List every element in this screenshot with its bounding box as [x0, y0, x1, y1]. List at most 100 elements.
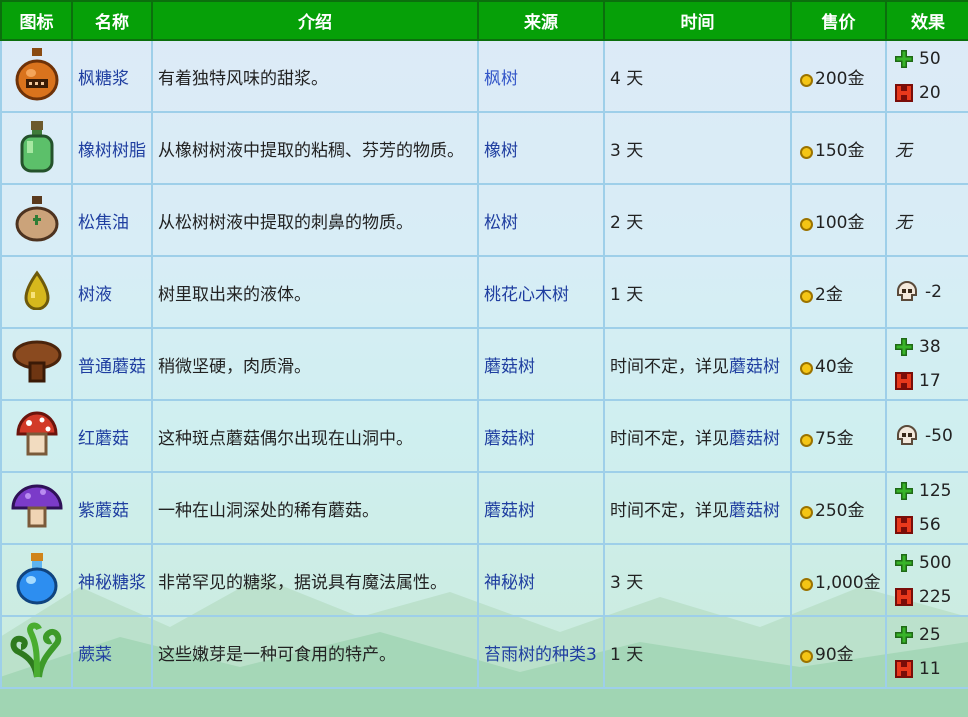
effect-value: 225: [919, 587, 952, 607]
header-price: 售价: [790, 0, 887, 41]
price-value: 100金: [815, 212, 865, 233]
time-cell: 时间不定，详见蘑菇树: [603, 327, 792, 401]
gold-coin-icon: [800, 145, 813, 159]
item-description: 从橡树树液中提取的粘稠、芬芳的物质。: [151, 111, 479, 185]
source-link[interactable]: 枫树: [477, 39, 605, 113]
source-link[interactable]: 蘑菇树: [477, 399, 605, 473]
maple-syrup-icon: [14, 47, 60, 107]
item-name-link[interactable]: 蕨菜: [71, 615, 153, 689]
gold-coin-icon: [800, 217, 813, 231]
gold-coin-icon: [800, 505, 813, 519]
effects-cell: 38 17: [885, 327, 968, 401]
source-link[interactable]: 橡树: [477, 111, 605, 185]
row-icon-cell: [0, 327, 73, 401]
item-name-link[interactable]: 树液: [71, 255, 153, 329]
time-cell: 1 天: [603, 615, 792, 689]
item-description: 这些嫩芽是一种可食用的特产。: [151, 615, 479, 689]
time-cell: 时间不定，详见蘑菇树: [603, 471, 792, 545]
effect-entry: -2: [895, 275, 968, 309]
item-description: 一种在山洞深处的稀有蘑菇。: [151, 471, 479, 545]
source-link[interactable]: 蘑菇树: [477, 327, 605, 401]
time-link[interactable]: 蘑菇树: [729, 357, 780, 377]
gold-coin-icon: [800, 433, 813, 447]
item-name-link[interactable]: 紫蘑菇: [71, 471, 153, 545]
gold-coin-icon: [800, 289, 813, 303]
header-time: 时间: [603, 0, 792, 41]
price-cell: 75金: [790, 399, 887, 473]
effect-value: 11: [919, 659, 941, 679]
effect-entry: 125: [895, 474, 968, 508]
time-text: 3 天: [610, 572, 644, 593]
table-row: 松焦油 从松树树液中提取的刺鼻的物质。 松树 2 天 100金 无: [0, 183, 968, 257]
energy-plus-icon: [895, 50, 919, 68]
table-row: 蕨菜 这些嫩芽是一种可食用的特产。 苔雨树的种类3 1 天 90金 25 11: [0, 615, 968, 689]
effect-value: 50: [919, 49, 941, 69]
source-link[interactable]: 松树: [477, 183, 605, 257]
effect-value: 500: [919, 553, 952, 573]
table-row: 橡树树脂 从橡树树液中提取的粘稠、芬芳的物质。 橡树 3 天 150金 无: [0, 111, 968, 185]
time-cell: 3 天: [603, 543, 792, 617]
effects-cell: 25 11: [885, 615, 968, 689]
time-cell: 2 天: [603, 183, 792, 257]
header-source: 来源: [477, 0, 605, 41]
effects-cell: -50: [885, 399, 968, 473]
row-icon-cell: [0, 183, 73, 257]
row-icon-cell: [0, 399, 73, 473]
item-name-link[interactable]: 橡树树脂: [71, 111, 153, 185]
common-mushroom-icon: [12, 340, 62, 390]
gold-coin-icon: [800, 361, 813, 375]
time-cell: 1 天: [603, 255, 792, 329]
price-value: 75金: [815, 428, 854, 449]
time-cell: 3 天: [603, 111, 792, 185]
purple-mushroom-icon: [10, 484, 64, 537]
price-cell: 2金: [790, 255, 887, 329]
effect-entry: 225: [895, 580, 968, 614]
header-effects: 效果: [885, 0, 968, 41]
energy-plus-icon: [895, 482, 919, 500]
effect-entry: 38: [895, 330, 968, 364]
health-icon: [895, 588, 919, 606]
effects-cell: 500 225: [885, 543, 968, 617]
price-value: 1,000金: [815, 572, 881, 593]
effect-entry: 20: [895, 76, 968, 110]
time-text: 时间不定，详见: [610, 428, 729, 449]
skull-icon: [895, 425, 925, 447]
item-name-link[interactable]: 红蘑菇: [71, 399, 153, 473]
item-name-link[interactable]: 松焦油: [71, 183, 153, 257]
price-value: 250金: [815, 500, 865, 521]
price-cell: 150金: [790, 111, 887, 185]
oak-resin-icon: [17, 120, 57, 179]
source-link[interactable]: 苔雨树的种类3: [477, 615, 605, 689]
effect-value: 25: [919, 625, 941, 645]
time-cell: 时间不定，详见蘑菇树: [603, 399, 792, 473]
price-value: 150金: [815, 140, 865, 161]
table-row: 神秘糖浆 非常罕见的糖浆，据说具有魔法属性。 神秘树 3 天 1,000金 500 225: [0, 543, 968, 617]
effect-entry: 25: [895, 618, 968, 652]
energy-plus-icon: [895, 554, 919, 572]
table-row: 普通蘑菇 稍微坚硬，肉质滑。 蘑菇树 时间不定，详见蘑菇树 40金 38 17: [0, 327, 968, 401]
item-name-link[interactable]: 神秘糖浆: [71, 543, 153, 617]
row-icon-cell: [0, 111, 73, 185]
energy-plus-icon: [895, 338, 919, 356]
header-name: 名称: [71, 0, 153, 41]
gold-coin-icon: [800, 73, 813, 87]
source-link[interactable]: 桃花心木树: [477, 255, 605, 329]
row-icon-cell: [0, 543, 73, 617]
time-text: 3 天: [610, 140, 644, 161]
time-text: 1 天: [610, 644, 644, 665]
header-row: 图标 名称 介绍 来源 时间 售价 效果: [0, 0, 968, 41]
item-description: 稍微坚硬，肉质滑。: [151, 327, 479, 401]
no-effect-text: 无: [895, 212, 912, 233]
time-text: 4 天: [610, 68, 644, 89]
table-row: 红蘑菇 这种斑点蘑菇偶尔出现在山洞中。 蘑菇树 时间不定，详见蘑菇树 75金 -50: [0, 399, 968, 473]
source-link[interactable]: 蘑菇树: [477, 471, 605, 545]
time-text: 时间不定，详见: [610, 356, 729, 377]
time-link[interactable]: 蘑菇树: [729, 501, 780, 521]
source-link[interactable]: 神秘树: [477, 543, 605, 617]
effect-entry: 17: [895, 364, 968, 398]
item-name-link[interactable]: 枫糖浆: [71, 39, 153, 113]
time-link[interactable]: 蘑菇树: [729, 429, 780, 449]
effects-cell: 50 20: [885, 39, 968, 113]
table-row: 枫糖浆 有着独特风味的甜浆。 枫树 4 天 200金 50 20: [0, 39, 968, 113]
item-name-link[interactable]: 普通蘑菇: [71, 327, 153, 401]
